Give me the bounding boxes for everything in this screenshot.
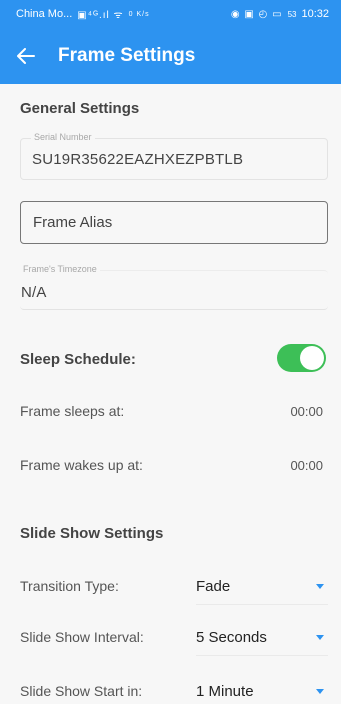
slideshow-interval-label: Slide Show Interval: bbox=[20, 629, 144, 645]
back-arrow-icon[interactable] bbox=[0, 28, 52, 84]
timezone-value: N/A bbox=[21, 284, 47, 301]
slideshow-interval-value: 5 Seconds bbox=[196, 629, 267, 646]
timezone-label: Frame's Timezone bbox=[20, 264, 100, 274]
toggle-knob bbox=[300, 346, 324, 370]
timezone-field: Frame's Timezone N/A bbox=[20, 264, 328, 310]
serial-number-field: Serial Number SU19R35622EAZHXEZPBTLB bbox=[20, 132, 328, 180]
carrier-name: China Mo... bbox=[16, 8, 73, 20]
app-bar: Frame Settings bbox=[0, 28, 341, 84]
transition-type-label: Transition Type: bbox=[20, 578, 119, 594]
network-speed: 0 K/s bbox=[128, 10, 150, 18]
frame-alias-input[interactable] bbox=[21, 202, 327, 243]
transition-type-value: Fade bbox=[196, 578, 231, 595]
dropdown-arrow-icon bbox=[316, 584, 324, 589]
select-underline bbox=[196, 655, 328, 656]
frame-wakes-time[interactable]: 00:00 bbox=[290, 458, 323, 473]
clock: 10:32 bbox=[301, 8, 329, 20]
serial-number-label: Serial Number bbox=[31, 132, 95, 142]
slideshow-start-value: 1 Minute bbox=[196, 683, 254, 700]
serial-number-value: SU19R35622EAZHXEZPBTLB bbox=[32, 151, 244, 168]
status-icons: ◉ ▣ ◴ ▭ bbox=[230, 8, 283, 20]
status-bar: China Mo... ▣⁴ᴳ.ıl ᯤ 0 K/s ◉ ▣ ◴ ▭ 53 10… bbox=[0, 0, 341, 28]
general-settings-heading: General Settings bbox=[20, 100, 140, 117]
slideshow-start-label: Slide Show Start in: bbox=[20, 683, 143, 699]
sleep-schedule-heading: Sleep Schedule: bbox=[20, 351, 136, 368]
dropdown-arrow-icon bbox=[316, 635, 324, 640]
frame-sleeps-label: Frame sleeps at: bbox=[20, 403, 125, 419]
dropdown-arrow-icon bbox=[316, 689, 324, 694]
select-underline bbox=[196, 604, 328, 605]
page-title: Frame Settings bbox=[58, 45, 196, 66]
slideshow-start-select[interactable]: 1 Minute bbox=[196, 680, 328, 704]
sleep-schedule-toggle[interactable] bbox=[277, 344, 326, 372]
slideshow-interval-select[interactable]: 5 Seconds bbox=[196, 626, 328, 656]
frame-sleeps-time[interactable]: 00:00 bbox=[290, 404, 323, 419]
frame-alias-field[interactable] bbox=[20, 201, 328, 244]
transition-type-select[interactable]: Fade bbox=[196, 575, 328, 605]
frame-wakes-label: Frame wakes up at: bbox=[20, 457, 143, 473]
battery-level: 53 bbox=[287, 9, 297, 19]
slideshow-settings-heading: Slide Show Settings bbox=[20, 525, 164, 542]
signal-icon: ▣⁴ᴳ.ıl ᯤ bbox=[77, 10, 124, 21]
status-right: ◉ ▣ ◴ ▭ 53 10:32 bbox=[231, 8, 329, 20]
status-left: China Mo... ▣⁴ᴳ.ıl ᯤ 0 K/s bbox=[16, 7, 150, 21]
